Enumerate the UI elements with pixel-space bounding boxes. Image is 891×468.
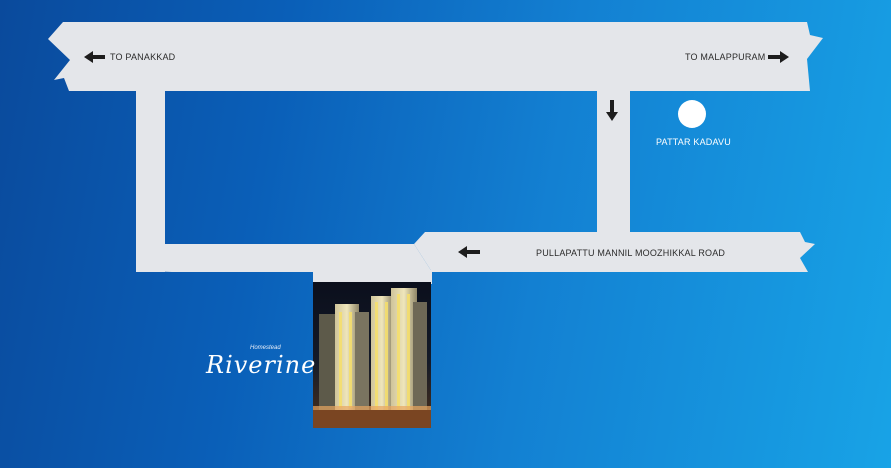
road-network <box>48 22 823 284</box>
landmark-label: PATTAR KADAVU <box>656 137 731 147</box>
landmark-circle-icon <box>678 100 706 128</box>
project-logo: Homestead Riverine <box>206 345 315 380</box>
logo-name: Riverine <box>206 351 317 379</box>
project-photo <box>313 282 431 428</box>
bottom-left-road <box>136 90 432 272</box>
west-destination-label: TO PANAKKAD <box>110 52 176 62</box>
road-name-label: PULLAPATTU MANNIL MOOZHIKKAL ROAD <box>536 248 726 258</box>
building-illustration <box>313 288 431 428</box>
east-destination-label: TO MALAPPURAM <box>685 52 766 62</box>
location-map: TO PANAKKAD TO MALAPPURAM PATTAR KADAVU … <box>0 0 891 468</box>
